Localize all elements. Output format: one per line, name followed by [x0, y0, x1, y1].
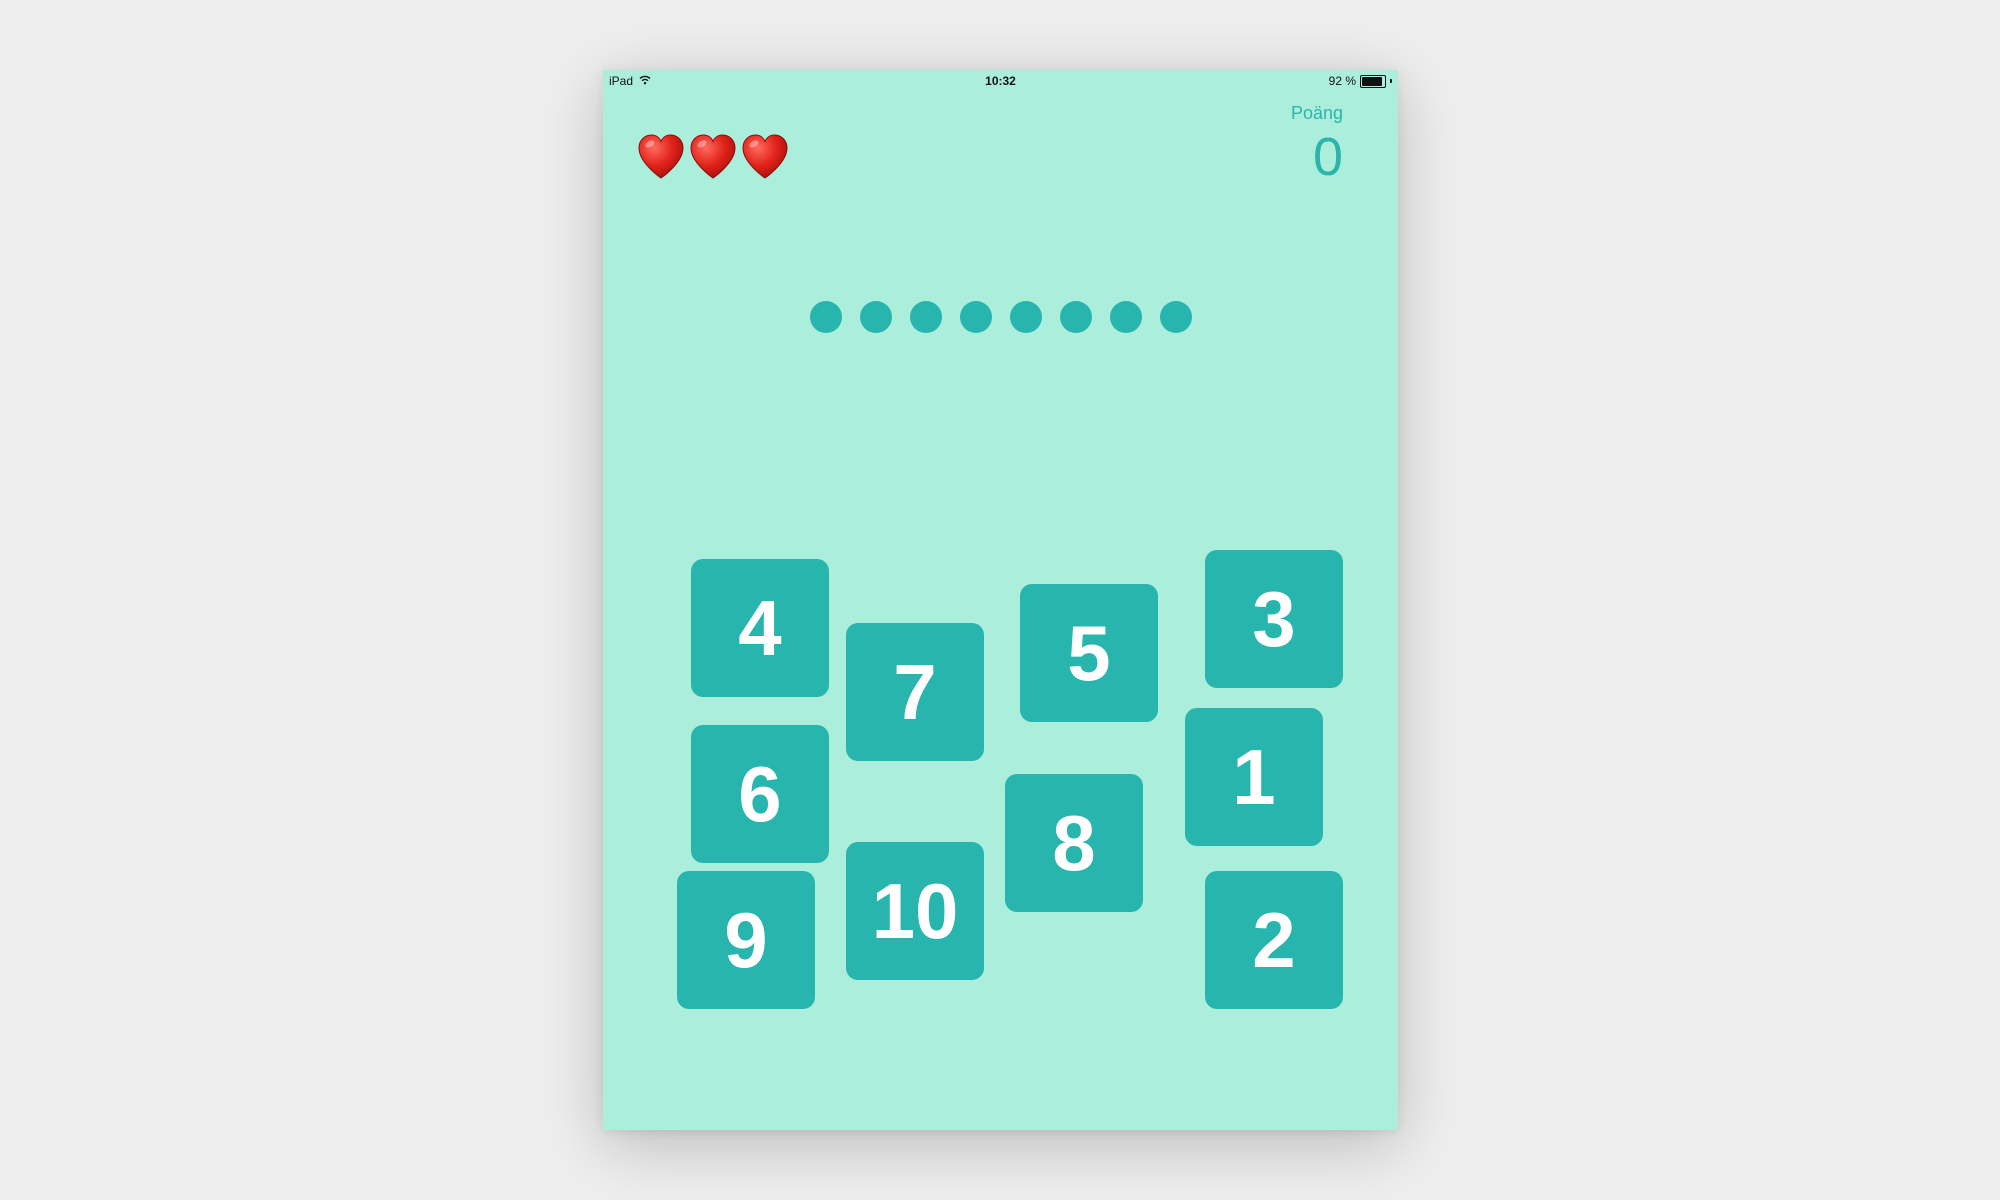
number-tile-3[interactable]: 3 [1205, 550, 1343, 688]
number-tile-5[interactable]: 5 [1020, 584, 1158, 722]
number-tile-7[interactable]: 7 [846, 623, 984, 761]
status-bar: iPad 10:32 92 % [603, 70, 1398, 92]
status-right: 92 % [1329, 74, 1392, 88]
progress-dots [810, 301, 1192, 333]
progress-dot [1110, 301, 1142, 333]
battery-percent: 92 % [1328, 74, 1356, 88]
number-tile-8[interactable]: 8 [1005, 774, 1143, 912]
battery-fill [1362, 76, 1383, 86]
heart-icon [638, 134, 684, 179]
game-screen: iPad 10:32 92 % Poäng 0 4 7 5 3 6 1 8 9 … [603, 70, 1398, 1130]
progress-dot [1160, 301, 1192, 333]
status-time: 10:32 [985, 74, 1016, 88]
lives [636, 132, 790, 182]
progress-dot [860, 301, 892, 333]
progress-dot [1060, 301, 1092, 333]
number-tile-10[interactable]: 10 [846, 842, 984, 980]
score-label: Poäng [1290, 103, 1343, 123]
number-tile-6[interactable]: 6 [691, 725, 829, 863]
number-tile-2[interactable]: 2 [1205, 871, 1343, 1009]
progress-dot [910, 301, 942, 333]
battery-icon [1360, 74, 1386, 88]
heart-icon [742, 134, 788, 179]
progress-dot [810, 301, 842, 333]
score-value: 0 [1312, 127, 1343, 187]
number-tile-1[interactable]: 1 [1185, 708, 1323, 846]
progress-dot [960, 301, 992, 333]
progress-dot [1010, 301, 1042, 333]
number-tile-4[interactable]: 4 [691, 559, 829, 697]
battery-tip [1390, 79, 1392, 83]
heart-icon [690, 134, 736, 179]
number-tile-9[interactable]: 9 [677, 871, 815, 1009]
